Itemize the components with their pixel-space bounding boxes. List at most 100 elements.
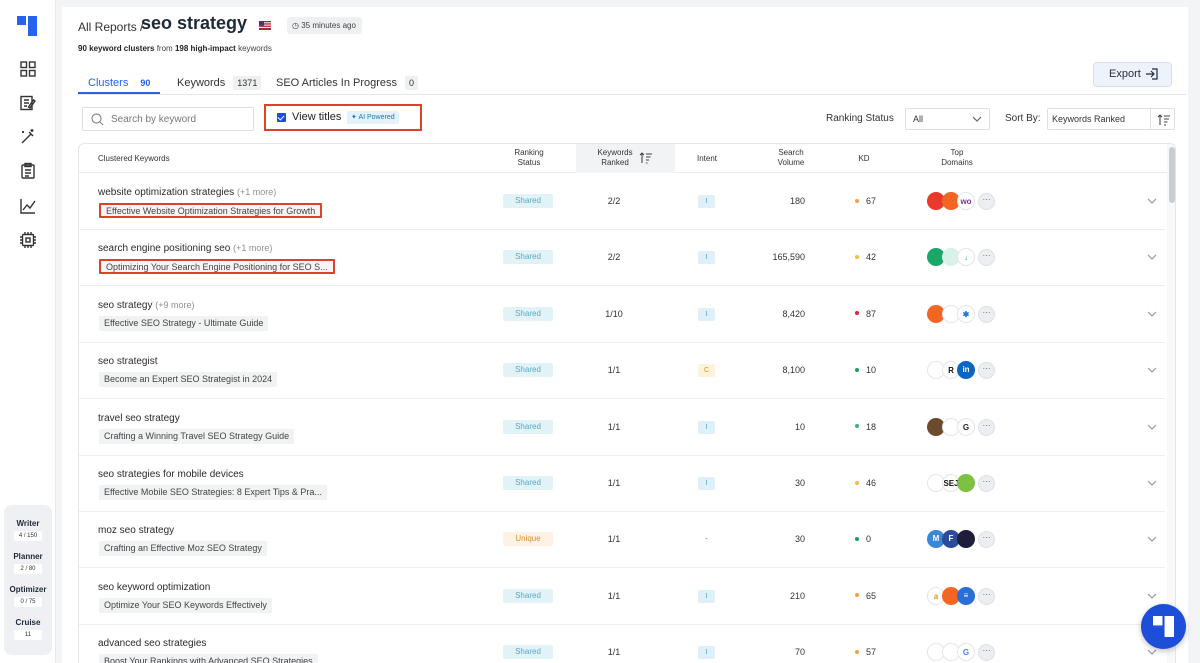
ranking-status-select[interactable]: All (905, 108, 990, 130)
table-row[interactable]: travel seo strategy Crafting a Winning T… (79, 400, 1165, 456)
cluster-keyword[interactable]: moz seo strategy (98, 525, 174, 536)
intent-badge: I (698, 195, 715, 208)
chart-icon[interactable] (19, 197, 37, 215)
cluster-keyword[interactable]: search engine positioning seo (+1 more) (98, 243, 272, 254)
chevron-down-icon[interactable] (1147, 593, 1157, 599)
page-title: seo strategy (141, 13, 248, 33)
keywords-ranked-value: 1/10 (605, 308, 623, 319)
settings-icon[interactable] (19, 231, 37, 249)
domain-favicon-icon[interactable]: ≡ (957, 586, 975, 605)
view-titles-checkbox[interactable] (277, 113, 286, 122)
table-row[interactable]: seo keyword optimization Optimize Your S… (79, 569, 1165, 625)
domain-favicon-icon[interactable]: ✱ (957, 304, 975, 323)
header-search-volume[interactable]: Search Volume (761, 148, 821, 168)
table-row[interactable]: website optimization strategies (+1 more… (79, 174, 1165, 230)
help-chat-button[interactable] (1141, 604, 1186, 649)
table-row[interactable]: advanced seo strategies Boost Your Ranki… (79, 625, 1165, 663)
chevron-down-icon[interactable] (1147, 649, 1157, 656)
cluster-keyword[interactable]: website optimization strategies (+1 more… (98, 187, 276, 198)
chevron-down-icon[interactable] (1147, 536, 1157, 543)
sort-direction-button[interactable] (1151, 108, 1175, 130)
header-keywords-ranked[interactable]: Keywords Ranked (585, 148, 645, 168)
table-row[interactable]: moz seo strategy Crafting an Effective M… (79, 512, 1165, 569)
top-domains: M F ··· (927, 530, 1027, 550)
export-button[interactable]: Export (1093, 62, 1172, 87)
cluster-keyword[interactable]: seo strategist (98, 356, 157, 367)
domain-favicon-icon[interactable] (957, 474, 975, 492)
tab-seo-articles[interactable]: SEO Articles In Progress 0 (276, 76, 419, 90)
kd-value: 10 (855, 363, 876, 377)
cluster-keyword[interactable]: seo keyword optimization (98, 582, 210, 593)
magic-wand-icon[interactable] (19, 128, 37, 146)
cluster-keyword[interactable]: travel seo strategy (98, 413, 180, 424)
more-domains-icon[interactable]: ··· (978, 249, 995, 267)
more-domains-icon[interactable]: ··· (978, 587, 995, 605)
cluster-keyword[interactable]: seo strategies for mobile devices (98, 469, 244, 480)
dashboard-icon[interactable] (19, 60, 37, 78)
chevron-down-icon[interactable] (1147, 424, 1157, 430)
chevron-down-icon[interactable] (1147, 198, 1157, 204)
search-volume-value: 8,420 (782, 308, 805, 319)
ranking-status-badge: Shared (503, 645, 553, 660)
domain-favicon-icon[interactable] (957, 530, 975, 549)
more-domains-icon[interactable]: ··· (978, 418, 995, 436)
search-box (82, 107, 254, 131)
tab-clusters[interactable]: Clusters 90 (88, 76, 154, 90)
table-row[interactable]: search engine positioning seo (+1 more) O… (79, 230, 1165, 287)
header-intent[interactable]: Intent (687, 154, 727, 164)
search-volume-value: 30 (794, 478, 805, 488)
table-row[interactable]: seo strategy (+9 more) Effective SEO Stra… (79, 287, 1165, 343)
kd-value: 42 (855, 250, 876, 264)
more-keywords-count[interactable]: (+9 more) (155, 300, 194, 310)
ranking-status-badge: Shared (503, 194, 553, 208)
cluster-keyword[interactable]: advanced seo strategies (98, 638, 206, 649)
clock-icon: ◷ (292, 21, 299, 30)
kd-value: 46 (855, 476, 876, 490)
sort-by-select[interactable]: Keywords Ranked (1047, 108, 1151, 130)
search-volume-value: 210 (789, 590, 805, 601)
domain-favicon-icon[interactable]: G (957, 643, 975, 662)
domain-favicon-icon[interactable]: in (957, 361, 975, 380)
tab-keywords[interactable]: Keywords 1371 (177, 76, 262, 90)
chevron-down-icon[interactable] (1147, 367, 1157, 374)
header-kd[interactable]: KD (849, 154, 879, 164)
usage-writer: Writer 4 / 150 (4, 519, 52, 541)
more-domains-icon[interactable]: ··· (978, 305, 995, 323)
search-volume-value: 180 (789, 196, 805, 206)
domain-favicon-icon[interactable]: wo (957, 192, 975, 210)
ranking-status-badge: Shared (503, 476, 553, 490)
domain-favicon-icon[interactable]: G (957, 417, 975, 436)
kd-value: 18 (855, 420, 876, 434)
keywords-ranked-value: 1/1 (607, 647, 621, 658)
more-keywords-count[interactable]: (+1 more) (237, 187, 276, 197)
usage-optimizer: Optimizer 0 / 75 (9, 585, 47, 607)
intent-badge: I (698, 646, 715, 660)
breadcrumb[interactable]: All Reports / (78, 20, 143, 34)
domain-favicon-icon[interactable]: ↓ (957, 248, 975, 267)
table-row[interactable]: seo strategist Become an Expert SEO Stra… (79, 343, 1165, 400)
search-volume-value: 30 (794, 534, 805, 545)
view-titles-toggle[interactable]: View titles ✦ AI Powered (264, 104, 422, 131)
chevron-down-icon[interactable] (1147, 254, 1157, 261)
report-subtitle: 90 keyword clusters from 198 high-impact… (78, 44, 272, 53)
chevron-down-icon[interactable] (1147, 480, 1157, 486)
edit-icon[interactable] (19, 94, 37, 112)
table-row[interactable]: seo strategies for mobile devices Effect… (79, 456, 1165, 512)
ranking-status-badge: Shared (503, 588, 553, 603)
search-input[interactable] (111, 111, 249, 127)
left-sidebar: Writer 4 / 150 Planner 2 / 80 Optimizer … (0, 0, 56, 663)
more-domains-icon[interactable]: ··· (978, 531, 995, 549)
header-ranking-status[interactable]: Ranking Status (499, 148, 559, 168)
clipboard-icon[interactable] (19, 162, 37, 180)
scrollbar-track[interactable] (1167, 144, 1175, 663)
cluster-keyword[interactable]: seo strategy (+9 more) (98, 300, 195, 311)
cluster-title: Boost Your Rankings with Advanced SEO St… (99, 654, 318, 663)
more-domains-icon[interactable]: ··· (978, 475, 995, 492)
more-domains-icon[interactable]: ··· (978, 193, 995, 210)
scrollbar-thumb[interactable] (1169, 147, 1175, 203)
more-keywords-count[interactable]: (+1 more) (233, 243, 272, 253)
more-domains-icon[interactable]: ··· (978, 644, 995, 662)
app-logo-icon[interactable] (17, 16, 37, 36)
chevron-down-icon[interactable] (1147, 311, 1157, 317)
more-domains-icon[interactable]: ··· (978, 362, 995, 380)
